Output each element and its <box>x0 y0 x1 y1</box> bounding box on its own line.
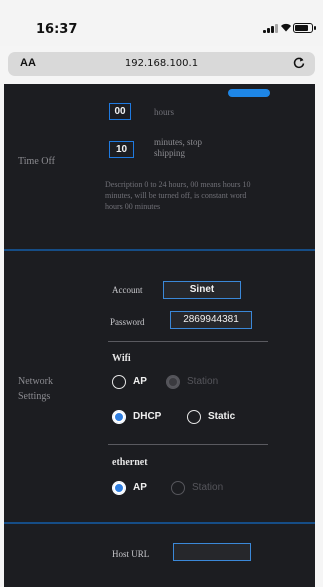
network-label-line1: Network <box>18 376 53 387</box>
minutes-unit-label: minutes, stop <box>154 137 203 147</box>
divider-line <box>108 444 268 445</box>
hours-input[interactable]: 00 <box>109 103 131 120</box>
network-section-label: Network Settings <box>18 374 53 404</box>
wifi-station-radio[interactable] <box>166 375 180 389</box>
section-divider <box>4 522 315 524</box>
ethernet-ap-radio[interactable] <box>112 481 126 495</box>
wifi-ap-radio[interactable] <box>112 375 126 389</box>
host-url-input[interactable] <box>173 543 251 561</box>
status-bar: 16:37 <box>0 0 323 46</box>
wifi-title: Wifi <box>112 353 131 364</box>
clock: 16:37 <box>36 22 78 37</box>
cellular-signal-icon <box>263 23 278 33</box>
minutes-input[interactable]: 10 <box>109 141 134 158</box>
ethernet-title: ethernet <box>112 457 148 468</box>
minutes-unit-label-2: shipping <box>154 148 186 158</box>
url-text[interactable]: 192.168.100.1 <box>8 58 315 69</box>
password-input[interactable]: 2869944381 <box>170 311 252 329</box>
network-label-line2: Settings <box>18 391 51 402</box>
reload-icon[interactable] <box>293 56 305 72</box>
wifi-ap-label: AP <box>133 376 147 387</box>
dhcp-label: DHCP <box>133 411 162 422</box>
battery-icon <box>293 23 316 33</box>
ethernet-station-label: Station <box>192 482 224 493</box>
wifi-icon <box>280 21 292 35</box>
timeoff-section-label: Time Off <box>18 156 55 167</box>
static-label: Static <box>208 411 236 422</box>
save-pill-button[interactable] <box>228 89 270 97</box>
settings-page: Time Off 00 hours 10 minutes, stop shipp… <box>4 84 315 587</box>
hours-unit-label: hours <box>154 107 174 117</box>
section-divider <box>4 249 315 251</box>
ethernet-station-radio[interactable] <box>171 481 185 495</box>
host-url-label: Host URL <box>112 549 150 559</box>
dhcp-radio[interactable] <box>112 410 126 424</box>
static-radio[interactable] <box>187 410 201 424</box>
timeout-description: Description 0 to 24 hours, 00 means hour… <box>105 180 251 211</box>
ethernet-ap-label: AP <box>133 482 147 493</box>
account-input[interactable]: Sinet <box>163 281 241 299</box>
address-bar[interactable]: AA 192.168.100.1 <box>8 52 315 76</box>
password-label: Password <box>110 317 145 327</box>
wifi-station-label: Station <box>187 376 219 387</box>
account-label: Account <box>112 285 143 295</box>
divider-line <box>108 341 268 342</box>
